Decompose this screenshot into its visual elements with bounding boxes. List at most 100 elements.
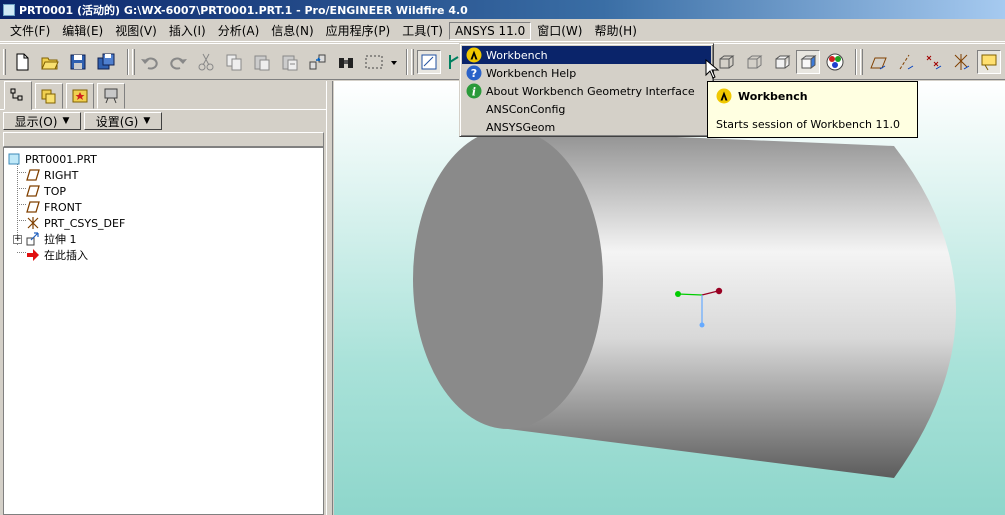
undo-button[interactable] — [138, 50, 162, 74]
tree-column-header[interactable] — [3, 132, 324, 147]
tab-favorites[interactable] — [66, 83, 94, 109]
tree-expand-toggle[interactable]: + — [13, 235, 22, 244]
favorites-icon — [72, 89, 88, 103]
save-copy-button[interactable] — [94, 50, 118, 74]
ansys-logo-icon — [716, 88, 732, 104]
menu-item-label: Workbench — [486, 48, 548, 62]
toolbar-separator — [127, 49, 129, 75]
tree-item-insert-here[interactable]: 在此插入 — [26, 247, 88, 263]
save-disk-icon — [70, 54, 86, 70]
title-bar[interactable]: PRT0001 (活动的) G:\WX-6007\PRT0001.PRT.1 -… — [0, 0, 1005, 19]
menu-view[interactable]: 视图(V) — [109, 20, 163, 41]
menu-item-label: About Workbench Geometry Interface — [486, 84, 695, 98]
paste-button[interactable] — [250, 50, 274, 74]
menu-item-ansysgeom[interactable]: ANSYSGeom — [462, 118, 711, 136]
tab-model-tree[interactable] — [4, 81, 32, 110]
menu-item-label: ANSYSGeom — [486, 120, 556, 134]
cut-button[interactable] — [194, 50, 218, 74]
datum-display-button[interactable] — [417, 50, 441, 74]
annotation-display-icon — [981, 54, 997, 71]
toolbar-grip[interactable] — [132, 49, 135, 75]
undo-icon — [141, 57, 158, 70]
plane-display-button[interactable] — [866, 50, 890, 74]
tree-item-front-plane[interactable]: FRONT — [26, 199, 82, 215]
window-title: PRT0001 (活动的) G:\WX-6007\PRT0001.PRT.1 -… — [19, 3, 468, 17]
csys-display-icon — [954, 54, 970, 70]
select-filter-dropdown[interactable] — [388, 50, 400, 74]
shaded-cube-icon — [800, 55, 817, 69]
datum-display-icon — [421, 54, 437, 70]
color-palette-icon — [826, 53, 844, 71]
paste-special-button[interactable] — [278, 50, 302, 74]
hidden-line-button[interactable] — [742, 50, 766, 74]
menu-insert[interactable]: 插入(I) — [163, 20, 212, 41]
point-display-button[interactable] — [922, 50, 946, 74]
open-file-button[interactable] — [38, 50, 62, 74]
blank-icon — [466, 101, 482, 117]
cylinder-end-face — [413, 129, 603, 429]
paste-special-icon — [282, 55, 298, 71]
menu-item-about-geometry-interface[interactable]: i About Workbench Geometry Interface — [462, 82, 711, 100]
app-icon — [3, 3, 15, 16]
menu-item-ansconconfig[interactable]: ANSConConfig — [462, 100, 711, 118]
copy-button[interactable] — [222, 50, 246, 74]
scissors-icon — [198, 53, 214, 71]
menu-tools[interactable]: 工具(T) — [396, 20, 449, 41]
menu-item-workbench[interactable]: Workbench — [462, 46, 711, 64]
copy-icon — [226, 54, 242, 71]
menu-ansys[interactable]: ANSYS 11.0 — [448, 21, 532, 40]
model-tree-icon — [10, 88, 23, 100]
no-hidden-button[interactable] — [770, 50, 794, 74]
toolbar-grip[interactable] — [860, 49, 863, 75]
tree-item-right-plane[interactable]: RIGHT — [26, 167, 78, 183]
ansys-menu-dropdown: Workbench ? Workbench Help i About Workb… — [459, 43, 714, 137]
blank-icon — [466, 119, 482, 135]
menu-file[interactable]: 文件(F) — [4, 20, 56, 41]
toolbar-grip[interactable] — [3, 49, 6, 75]
menu-help[interactable]: 帮助(H) — [588, 20, 642, 41]
tree-connector — [17, 252, 26, 253]
datum-plane-icon — [26, 185, 40, 197]
tree-item-label: TOP — [44, 184, 67, 198]
save-button[interactable] — [66, 50, 90, 74]
find-button[interactable] — [334, 50, 358, 74]
menu-window[interactable]: 窗口(W) — [531, 20, 588, 41]
tree-item-csys[interactable]: PRT_CSYS_DEF — [26, 215, 125, 231]
tab-folder-browser[interactable] — [35, 83, 63, 109]
settings-dropdown-button[interactable]: 设置(G) ▼ — [84, 112, 162, 130]
appearance-button[interactable] — [823, 50, 847, 74]
redo-button[interactable] — [166, 50, 190, 74]
tab-divider — [0, 109, 333, 110]
tree-item-top-plane[interactable]: TOP — [26, 183, 66, 199]
annotation-display-button[interactable] — [977, 50, 1001, 74]
panel-splitter[interactable] — [326, 81, 333, 515]
datum-plane-icon — [26, 201, 40, 213]
tab-connections[interactable] — [97, 83, 125, 109]
menu-edit[interactable]: 编辑(E) — [56, 20, 109, 41]
tooltip-title-text: Workbench — [738, 89, 808, 103]
new-file-icon — [16, 53, 29, 71]
menu-item-label: Workbench Help — [486, 66, 577, 80]
part-icon — [8, 153, 20, 165]
tree-root-part[interactable]: PRT0001.PRT — [7, 151, 97, 167]
select-box-button[interactable] — [362, 50, 386, 74]
menu-applications[interactable]: 应用程序(P) — [320, 20, 397, 41]
tree-connector — [17, 204, 26, 205]
graphics-viewport[interactable] — [334, 81, 1005, 515]
mouse-cursor-icon — [705, 59, 720, 79]
settings-button-label: 设置(G) — [95, 114, 139, 129]
csys-display-button[interactable] — [950, 50, 974, 74]
svg-text:i: i — [472, 86, 476, 99]
shading-button[interactable] — [796, 50, 820, 74]
tree-item-label: FRONT — [44, 200, 82, 214]
menu-analysis[interactable]: 分析(A) — [212, 20, 266, 41]
axis-display-button[interactable] — [894, 50, 918, 74]
tree-item-extrude[interactable]: 拉伸 1 — [26, 231, 77, 247]
show-dropdown-button[interactable]: 显示(O) ▼ — [3, 112, 81, 130]
tooltip-title: Workbench — [716, 88, 808, 104]
menu-item-workbench-help[interactable]: ? Workbench Help — [462, 64, 711, 82]
new-file-button[interactable] — [10, 50, 34, 74]
menu-info[interactable]: 信息(N) — [265, 20, 319, 41]
regenerate-button[interactable] — [306, 50, 330, 74]
toolbar-grip[interactable] — [411, 49, 414, 75]
